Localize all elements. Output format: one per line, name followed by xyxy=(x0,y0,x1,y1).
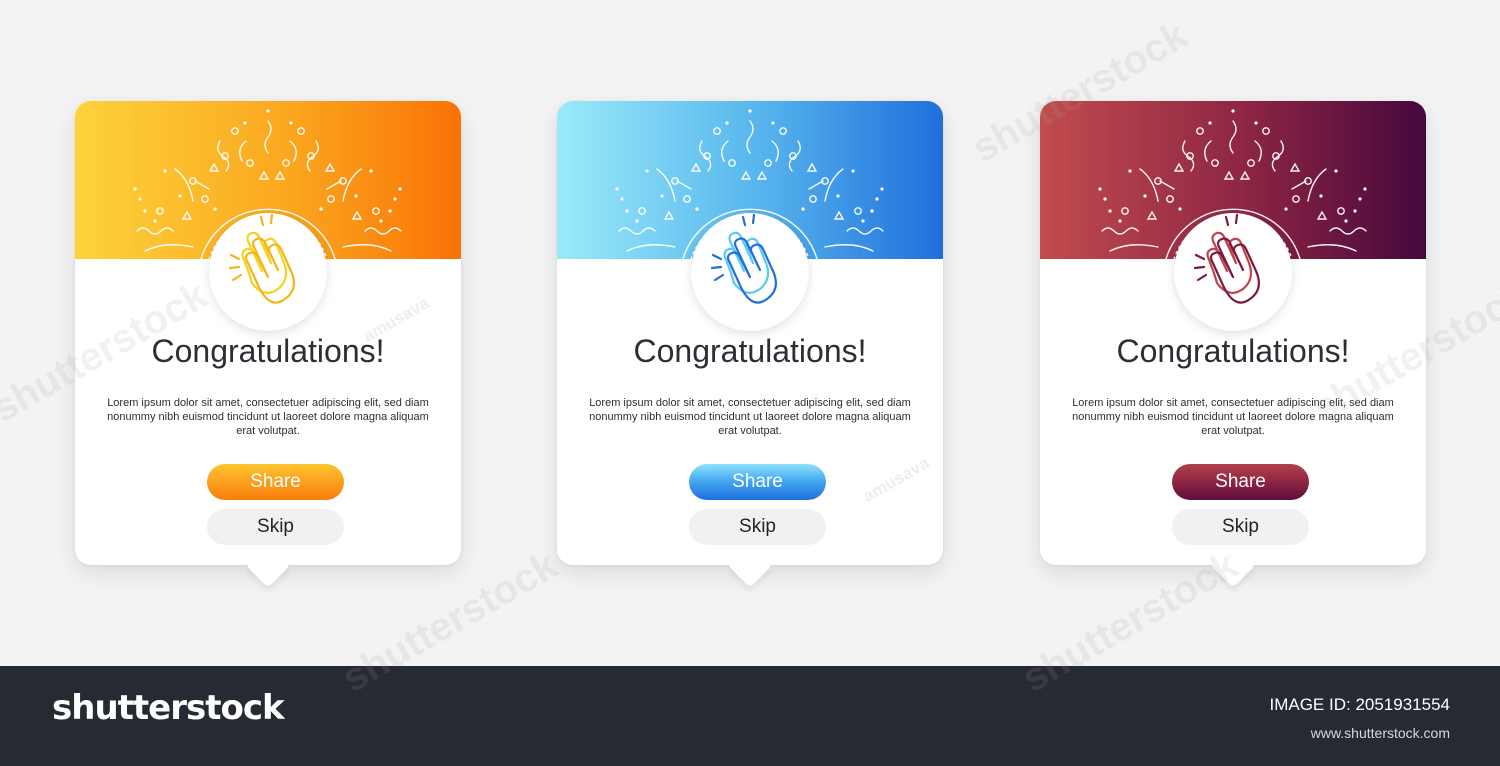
share-button[interactable]: Share xyxy=(689,464,826,500)
congrats-card-orange: Congratulations! Lorem ipsum dolor sit a… xyxy=(75,101,461,588)
card-description: Lorem ipsum dolor sit amet, consectetuer… xyxy=(1072,397,1394,437)
card-body: Congratulations! Lorem ipsum dolor sit a… xyxy=(1040,101,1426,565)
shutterstock-logo[interactable]: shutterstock xyxy=(52,688,285,728)
card-title: Congratulations! xyxy=(633,333,867,369)
stage: Congratulations! Lorem ipsum dolor sit a… xyxy=(0,0,1500,701)
skip-button[interactable]: Skip xyxy=(689,509,826,545)
footer-bar: shutterstock IMAGE ID: 2051931554 www.sh… xyxy=(0,666,1500,766)
card-body: Congratulations! Lorem ipsum dolor sit a… xyxy=(75,101,461,565)
clapping-hands-icon xyxy=(1193,213,1261,304)
card-title: Congratulations! xyxy=(151,333,385,369)
congrats-card-blue: Congratulations! Lorem ipsum dolor sit a… xyxy=(557,101,943,588)
card-description: Lorem ipsum dolor sit amet, consectetuer… xyxy=(589,397,911,437)
skip-button[interactable]: Skip xyxy=(1172,509,1309,545)
card-body: Congratulations! Lorem ipsum dolor sit a… xyxy=(557,101,943,565)
clapping-hands-icon xyxy=(710,213,778,304)
share-button[interactable]: Share xyxy=(207,464,344,500)
skip-button[interactable]: Skip xyxy=(207,509,344,545)
clapping-hands-icon xyxy=(228,213,296,304)
congrats-card-burgundy: Congratulations! Lorem ipsum dolor sit a… xyxy=(1040,101,1426,588)
card-title: Congratulations! xyxy=(1116,333,1350,369)
share-button[interactable]: Share xyxy=(1172,464,1309,500)
card-description: Lorem ipsum dolor sit amet, consectetuer… xyxy=(107,397,429,437)
image-id-label: IMAGE ID: 2051931554 xyxy=(1269,695,1450,714)
site-url-link[interactable]: www.shutterstock.com xyxy=(1311,725,1450,741)
